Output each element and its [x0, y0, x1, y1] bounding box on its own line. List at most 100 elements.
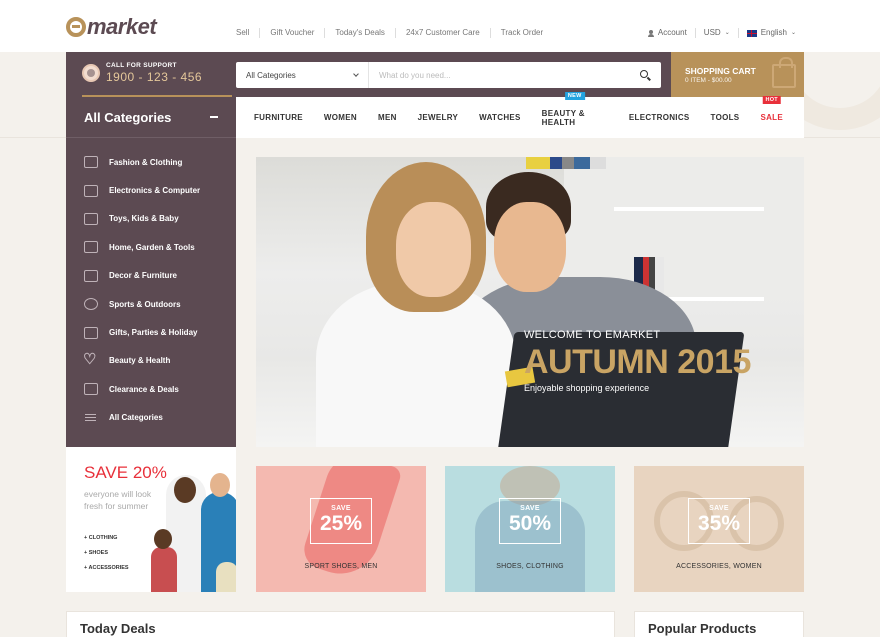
promo-list-item: + SHOES [84, 550, 108, 556]
sidebar-item-clearance[interactable]: Clearance & Deals [66, 375, 236, 403]
shopping-cart[interactable]: SHOPPING CART 0 ITEM - $00.00 [671, 52, 804, 97]
search-category-select[interactable]: All Categories [236, 62, 369, 88]
heart-icon [83, 350, 98, 368]
search-button[interactable] [631, 62, 661, 88]
save-percent: 50% [508, 512, 552, 535]
top-link-track-order[interactable]: Track Order [489, 28, 553, 38]
hot-badge: HOT [762, 96, 781, 104]
shopping-bag-icon [772, 57, 796, 88]
nav-beauty-health-label: BEAUTY & HEALTH [541, 108, 585, 127]
promo-title: SAVE 20% [84, 463, 167, 482]
sidebar-header[interactable]: All Categories [66, 97, 236, 138]
sidebar-item-gifts[interactable]: Gifts, Parties & Holiday [66, 318, 236, 346]
promo-list: + CLOTHING + SHOES + ACCESSORIES [84, 531, 129, 576]
hero-tagline: Enjoyable shopping experience [524, 383, 650, 393]
sidebar-item-label: Fashion & Clothing [109, 157, 183, 167]
currency-label: USD [703, 28, 721, 37]
tag-icon [84, 383, 98, 396]
sidebar-item-electronics[interactable]: Electronics & Computer [66, 176, 236, 204]
main-nav: FURNITURE WOMEN MEN JEWELRY WATCHES NEW … [236, 91, 804, 138]
section-title: Popular Products [648, 621, 757, 636]
promo-list-item: + ACCESSORIES [84, 565, 129, 571]
top-link-sell[interactable]: Sell [236, 28, 259, 38]
sidebar-item-label: Electronics & Computer [109, 186, 201, 196]
banner-caption: ACCESSORIES, WOMEN [676, 563, 762, 570]
hero-title: AUTUMN 2015 [524, 343, 751, 381]
save-badge: SAVE 25% [310, 498, 372, 544]
sidebar-item-home-garden[interactable]: Home, Garden & Tools [66, 233, 236, 261]
sidebar-item-sports[interactable]: Sports & Outdoors [66, 290, 236, 318]
ball-icon [84, 298, 98, 311]
menu-icon [84, 412, 98, 424]
top-link-gift-voucher[interactable]: Gift Voucher [259, 28, 324, 38]
nav-electronics[interactable]: ELECTRONICS [629, 113, 690, 122]
sofa-icon [84, 269, 98, 282]
category-banner-clothing[interactable]: SAVE 50% SHOES, CLOTHING [445, 466, 615, 592]
sidebar-item-label: Clearance & Deals [109, 384, 179, 394]
category-banner-shoes[interactable]: SAVE 25% SPORT SHOES, MEN [256, 466, 426, 592]
toy-icon [84, 212, 98, 225]
top-right-menu: Account USD ⌄ English ⌄ [640, 28, 804, 38]
logo-e-icon [66, 17, 86, 37]
promo-banner[interactable]: SAVE 20% everyone will look fresh for su… [66, 447, 236, 592]
sidebar-item-fashion[interactable]: Fashion & Clothing [66, 148, 236, 176]
top-bar: market Sell Gift Voucher Today's Deals 2… [0, 0, 880, 52]
tools-icon [84, 241, 98, 254]
nav-watches[interactable]: WATCHES [479, 113, 521, 122]
save-label: SAVE [520, 505, 540, 512]
search-category-value: All Categories [246, 70, 296, 80]
sidebar-item-label: Gifts, Parties & Holiday [109, 328, 198, 338]
save-percent: 35% [697, 512, 741, 535]
section-title: Today Deals [80, 621, 156, 636]
save-badge: SAVE 50% [499, 498, 561, 544]
top-link-customer-care[interactable]: 24x7 Customer Care [394, 28, 490, 38]
sidebar-item-toys[interactable]: Toys, Kids & Baby [66, 205, 236, 233]
hero-slider[interactable]: WELCOME TO EMARKET AUTUMN 2015 Enjoyable… [256, 157, 804, 447]
today-deals-section: Today Deals [66, 611, 615, 637]
promo-list-item: + CLOTHING [84, 535, 118, 541]
sidebar-item-label: Beauty & Health [109, 356, 171, 366]
logo[interactable]: market [66, 14, 157, 40]
gift-icon [84, 326, 98, 339]
support-block: CALL FOR SUPPORT 1900 - 123 - 456 [82, 62, 202, 84]
promo-family-image [216, 562, 236, 592]
currency-selector[interactable]: USD ⌄ [694, 28, 738, 38]
nav-beauty-health[interactable]: NEW BEAUTY & HEALTH [541, 91, 608, 127]
account-link[interactable]: Account [640, 28, 695, 38]
support-phone[interactable]: 1900 - 123 - 456 [106, 70, 202, 84]
save-percent: 25% [319, 512, 363, 535]
nav-tools[interactable]: TOOLS [711, 113, 740, 122]
chevron-down-icon: ⌄ [724, 30, 730, 36]
chevron-down-icon [353, 71, 359, 77]
logo-text: market [87, 14, 157, 39]
search-form: All Categories [236, 62, 661, 88]
sidebar-item-decor[interactable]: Decor & Furniture [66, 262, 236, 290]
nav-furniture[interactable]: FURNITURE [254, 113, 303, 122]
nav-men[interactable]: MEN [378, 113, 397, 122]
sidebar-item-label: All Categories [109, 413, 163, 423]
category-banner-accessories[interactable]: SAVE 35% ACCESSORIES, WOMEN [634, 466, 804, 592]
nav-women[interactable]: WOMEN [324, 113, 357, 122]
sidebar-item-label: Home, Garden & Tools [109, 242, 195, 252]
sidebar-item-label: Sports & Outdoors [109, 299, 181, 309]
top-link-todays-deals[interactable]: Today's Deals [324, 28, 395, 38]
nav-jewelry[interactable]: JEWELRY [418, 113, 458, 122]
cart-info: 0 ITEM - $00.00 [685, 77, 732, 84]
search-icon [640, 70, 648, 78]
hero-woman-face [396, 202, 471, 297]
support-agent-icon [82, 64, 100, 82]
sidebar-item-all[interactable]: All Categories [66, 404, 236, 432]
top-links: Sell Gift Voucher Today's Deals 24x7 Cus… [236, 28, 553, 38]
shirt-icon [84, 156, 98, 169]
sidebar-item-label: Toys, Kids & Baby [109, 214, 179, 224]
language-label: English [760, 28, 787, 37]
nav-sale-label: SALE [760, 113, 783, 122]
search-input[interactable] [369, 62, 631, 88]
banner-caption: SPORT SHOES, MEN [304, 563, 378, 570]
sidebar-item-beauty[interactable]: Beauty & Health [66, 347, 236, 375]
save-label: SAVE [331, 505, 351, 512]
account-label: Account [657, 28, 687, 37]
language-selector[interactable]: English ⌄ [737, 28, 804, 38]
popular-products-section: Popular Products [634, 611, 804, 637]
nav-sale[interactable]: HOT SALE [760, 96, 783, 122]
